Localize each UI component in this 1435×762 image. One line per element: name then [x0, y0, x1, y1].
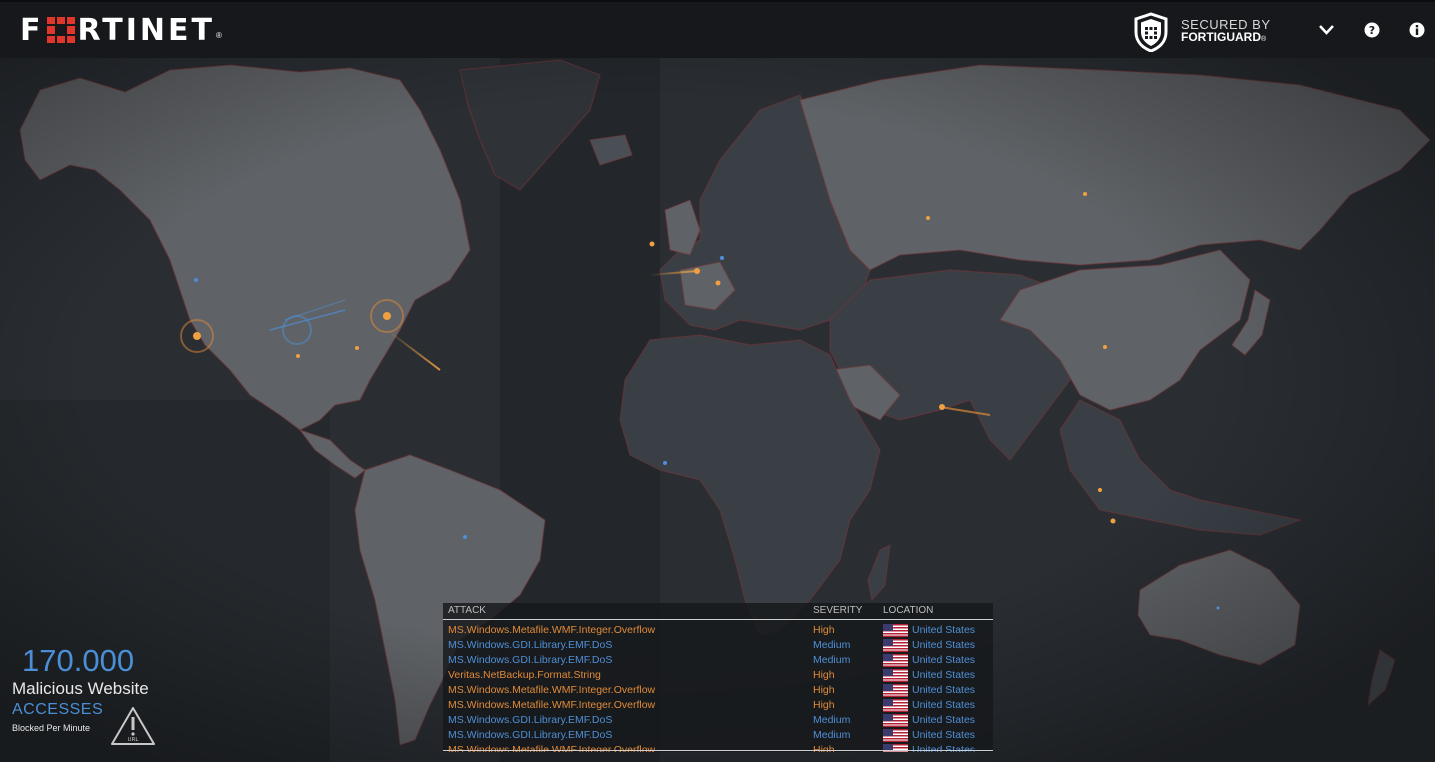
top-bar: F RTINET ® SECURED BY FORTIGUARD® ? [0, 0, 1435, 58]
fortiguard-registered: ® [1261, 36, 1267, 43]
attack-name: MS.Windows.Metafile.WMF.Integer.Overflow [448, 684, 656, 696]
table-row[interactable]: MS.Windows.Metafile.WMF.Integer.Overflow… [443, 698, 993, 713]
attack-point-marker [1216, 606, 1220, 610]
table-row[interactable]: MS.Windows.Metafile.WMF.Integer.Overflow… [443, 623, 993, 638]
table-bottom-divider [443, 750, 993, 751]
location-cell: United States [883, 623, 975, 638]
logo-text-rest: RTINET [77, 12, 215, 48]
attack-point-marker [663, 461, 667, 465]
location-cell: United States [883, 668, 975, 683]
attack-name: MS.Windows.GDI.Library.EMF.DoS [448, 729, 613, 741]
severity-value: High [813, 684, 835, 696]
table-header: ATTACK SEVERITY LOCATION [443, 603, 993, 620]
attack-point-marker [694, 268, 700, 274]
severity-value: High [813, 699, 835, 711]
us-flag-icon [883, 669, 908, 682]
attack-point-marker [463, 535, 467, 539]
attack-point-marker [193, 332, 201, 340]
attack-name: MS.Windows.Metafile.WMF.Integer.Overflow [448, 699, 656, 711]
severity-value: Medium [813, 729, 851, 741]
severity-value: Medium [813, 639, 851, 651]
header-attack: ATTACK [448, 605, 486, 616]
us-flag-icon [883, 654, 908, 667]
location-value: United States [912, 684, 976, 696]
attack-point-marker [1110, 518, 1116, 524]
attack-feed-table[interactable]: ATTACK SEVERITY LOCATION MS.Windows.Meta… [443, 603, 993, 752]
table-row[interactable]: MS.Windows.Metafile.WMF.Integer.Overflow… [443, 683, 993, 698]
location-value: United States [912, 729, 976, 741]
us-flag-icon [883, 714, 908, 727]
us-flag-icon [883, 624, 908, 637]
table-row[interactable]: MS.Windows.GDI.Library.EMF.DoS Medium Unit… [443, 728, 993, 743]
header-severity: SEVERITY [813, 605, 863, 616]
logo-text-f: F [20, 12, 44, 48]
table-row[interactable]: MS.Windows.GDI.Library.EMF.DoS Medium Unit… [443, 713, 993, 728]
attack-point-marker [720, 256, 724, 260]
location-cell: United States [883, 683, 975, 698]
secured-by-fortiguard: SECURED BY FORTIGUARD® [1133, 12, 1271, 52]
header-location: LOCATION [883, 605, 934, 616]
attack-point-marker [649, 241, 655, 247]
attack-name: MS.Windows.GDI.Library.EMF.DoS [448, 654, 613, 666]
location-cell: United States [883, 638, 975, 653]
severity-value: Medium [813, 654, 851, 666]
location-value: United States [912, 714, 976, 726]
location-value: United States [912, 639, 976, 651]
location-cell: United States [883, 698, 975, 713]
stat-count: 170.000 [22, 643, 135, 678]
attack-point-marker [1098, 488, 1102, 492]
attack-name: MS.Windows.GDI.Library.EMF.DoS [448, 639, 613, 651]
logo-registered: ® [215, 31, 222, 40]
location-value: United States [912, 624, 976, 636]
stat-label: Malicious Website [12, 679, 149, 698]
attack-point-marker [1103, 345, 1107, 349]
info-icon[interactable] [1409, 22, 1425, 38]
location-cell: United States [883, 653, 975, 668]
attack-point-marker [1083, 192, 1087, 196]
us-flag-icon [883, 729, 908, 742]
attack-point-marker [939, 404, 945, 410]
location-value: United States [912, 654, 976, 666]
chevron-down-icon[interactable] [1318, 24, 1335, 36]
url-warning-label: URL [128, 737, 140, 743]
location-value: United States [912, 699, 976, 711]
us-flag-icon [883, 639, 908, 652]
attack-point-marker [355, 346, 359, 350]
us-flag-icon [883, 699, 908, 712]
help-icon[interactable]: ? [1364, 22, 1380, 38]
severity-value: High [813, 669, 835, 681]
logo-grid-icon [46, 17, 75, 43]
location-cell: United States [883, 728, 975, 743]
attack-point-marker [296, 354, 300, 358]
table-body: MS.Windows.Metafile.WMF.Integer.Overflow… [443, 620, 993, 752]
severity-value: Medium [813, 714, 851, 726]
url-warning-icon: URL [111, 707, 155, 745]
attack-point-marker [383, 312, 391, 320]
attack-name: MS.Windows.Metafile.WMF.Integer.Overflow [448, 624, 656, 636]
location-value: United States [912, 669, 976, 681]
fortinet-logo[interactable]: F RTINET ® [20, 12, 222, 48]
attack-point-marker [926, 216, 930, 220]
severity-value: High [813, 624, 835, 636]
attack-point-marker [194, 278, 198, 282]
svg-text:?: ? [1369, 24, 1375, 37]
table-row[interactable]: MS.Windows.GDI.Library.EMF.DoS Medium Unit… [443, 653, 993, 668]
attack-name: MS.Windows.GDI.Library.EMF.DoS [448, 714, 613, 726]
table-row[interactable]: MS.Windows.GDI.Library.EMF.DoS Medium Unit… [443, 638, 993, 653]
us-flag-icon [883, 684, 908, 697]
fortiguard-shield-icon [1134, 12, 1168, 52]
location-cell: United States [883, 713, 975, 728]
attack-name: Veritas.NetBackup.Format.String [448, 669, 601, 681]
attack-point-marker [715, 280, 721, 286]
fortiguard-label: FORTIGUARD [1181, 30, 1261, 44]
table-row[interactable]: Veritas.NetBackup.Format.String High Unite… [443, 668, 993, 683]
